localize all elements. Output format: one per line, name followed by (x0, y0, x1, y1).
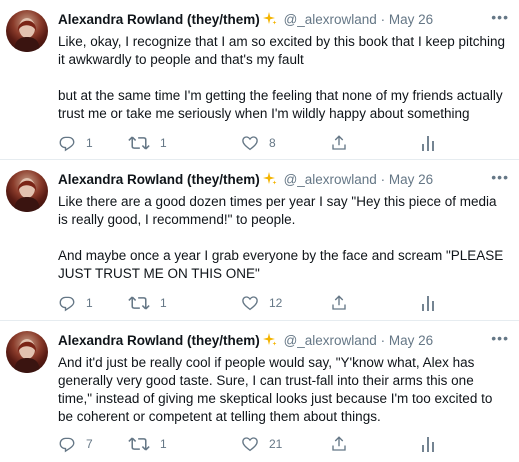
tweet-header: Alexandra Rowland (they/them) @_alexrowl… (58, 172, 433, 190)
tweet-body: And it'd just be really cool if people w… (58, 354, 508, 426)
tweet-paragraph: Like there are a good dozen times per ye… (58, 194, 497, 227)
tweet-actions: 1 1 8 (58, 134, 458, 152)
reply-icon (58, 134, 76, 152)
tweet-paragraph: And maybe once a year I grab everyone by… (58, 248, 504, 281)
tweet-header: Alexandra Rowland (they/them) @_alexrowl… (58, 333, 433, 351)
retweet-button[interactable]: 1 (128, 294, 167, 312)
tweet[interactable]: Alexandra Rowland (they/them) @_alexrowl… (0, 0, 519, 160)
retweet-count: 1 (160, 296, 167, 310)
reply-icon (58, 435, 76, 453)
author-name[interactable]: Alexandra Rowland (they/them) (58, 172, 260, 187)
share-button[interactable] (330, 294, 348, 312)
tweet-paragraph: And it'd just be really cool if people w… (58, 355, 493, 424)
retweet-icon (128, 294, 150, 312)
tweet-date[interactable]: May 26 (389, 172, 433, 187)
sparkles-icon (262, 333, 277, 351)
reply-count: 1 (86, 296, 93, 310)
heart-icon (241, 134, 259, 152)
avatar[interactable] (6, 170, 48, 212)
retweet-count: 1 (160, 136, 167, 150)
sparkles-icon (262, 172, 277, 190)
like-button[interactable]: 21 (241, 435, 282, 453)
tweet-date[interactable]: May 26 (389, 333, 433, 348)
retweet-button[interactable]: 1 (128, 435, 167, 453)
reply-button[interactable]: 1 (58, 134, 93, 152)
retweet-button[interactable]: 1 (128, 134, 167, 152)
more-icon[interactable]: ••• (491, 170, 509, 184)
retweet-count: 1 (160, 437, 167, 451)
tweet-body: Like there are a good dozen times per ye… (58, 193, 508, 283)
tweet[interactable]: Alexandra Rowland (they/them) @_alexrowl… (0, 160, 519, 321)
like-count: 21 (269, 437, 283, 451)
analytics-button[interactable] (420, 435, 436, 453)
tweet[interactable]: Alexandra Rowland (they/them) @_alexrowl… (0, 321, 519, 462)
retweet-icon (128, 134, 150, 152)
share-button[interactable] (330, 134, 348, 152)
reply-button[interactable]: 1 (58, 294, 93, 312)
avatar[interactable] (6, 10, 48, 52)
share-button[interactable] (330, 435, 348, 453)
separator: · (380, 12, 386, 27)
tweet-paragraph: but at the same time I'm getting the fee… (58, 88, 503, 121)
reply-count: 7 (86, 437, 93, 451)
author-name[interactable]: Alexandra Rowland (they/them) (58, 12, 260, 27)
analytics-icon (420, 435, 436, 453)
like-count: 12 (269, 296, 283, 310)
sparkles-icon (262, 12, 277, 30)
analytics-button[interactable] (420, 134, 436, 152)
tweet-body: Like, okay, I recognize that I am so exc… (58, 33, 508, 123)
separator: · (380, 172, 386, 187)
share-icon (330, 435, 348, 453)
separator: · (380, 333, 386, 348)
analytics-icon (420, 294, 436, 312)
reply-count: 1 (86, 136, 93, 150)
author-handle[interactable]: @_alexrowland (284, 172, 377, 187)
author-name[interactable]: Alexandra Rowland (they/them) (58, 333, 260, 348)
avatar[interactable] (6, 331, 48, 373)
reply-icon (58, 294, 76, 312)
tweet-header: Alexandra Rowland (they/them) @_alexrowl… (58, 12, 433, 30)
more-icon[interactable]: ••• (491, 10, 509, 24)
tweet-actions: 1 1 12 (58, 294, 458, 312)
like-button[interactable]: 12 (241, 294, 282, 312)
like-count: 8 (269, 136, 276, 150)
tweet-paragraph: Like, okay, I recognize that I am so exc… (58, 34, 505, 67)
share-icon (330, 294, 348, 312)
analytics-button[interactable] (420, 294, 436, 312)
like-button[interactable]: 8 (241, 134, 276, 152)
author-handle[interactable]: @_alexrowland (284, 12, 377, 27)
author-handle[interactable]: @_alexrowland (284, 333, 377, 348)
tweet-actions: 7 1 21 (58, 435, 458, 453)
more-icon[interactable]: ••• (491, 331, 509, 345)
tweet-date[interactable]: May 26 (389, 12, 433, 27)
reply-button[interactable]: 7 (58, 435, 93, 453)
heart-icon (241, 294, 259, 312)
share-icon (330, 134, 348, 152)
analytics-icon (420, 134, 436, 152)
retweet-icon (128, 435, 150, 453)
heart-icon (241, 435, 259, 453)
